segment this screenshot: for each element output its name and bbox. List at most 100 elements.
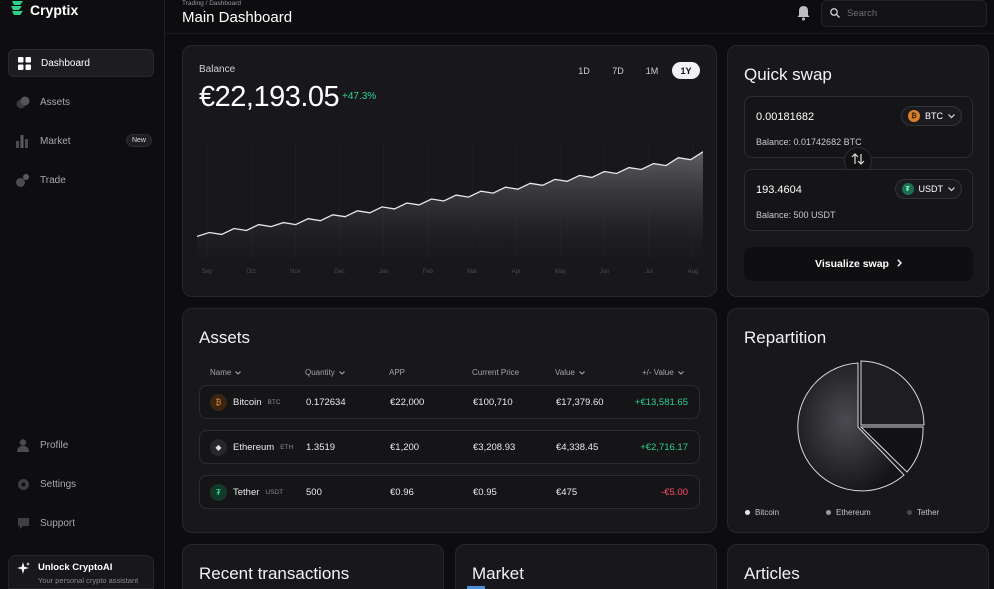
unlock-cryptoai-card[interactable]: Unlock CryptoAI Your personal crypto ass… [8,555,154,589]
table-row[interactable]: ₮ Tether USDT 500 €0.96 €0.95 €475 -€5.0… [199,475,700,509]
column-label: APP [389,368,406,377]
period-1m[interactable]: 1M [638,62,666,79]
search-box[interactable] [821,0,987,27]
period-1y[interactable]: 1Y [672,62,700,79]
sidebar-item-assets[interactable]: Assets [8,88,154,116]
search-input[interactable] [847,8,977,19]
bell-icon[interactable] [797,5,810,26]
sparkle-icon [17,562,30,580]
asset-symbol: BTC [267,399,281,406]
balance-change: +47.3% [342,91,377,102]
column-header-current-price[interactable]: Current Price [472,368,519,377]
recent-transactions-card: Recent transactions [182,544,444,589]
legend-label: Tether [917,508,940,517]
balance-label: Balance [199,64,236,75]
header: Trading / Dashboard Main Dashboard [165,0,994,34]
x-tick-label: Apr [512,269,521,275]
page-title: Main Dashboard [182,9,293,26]
brand[interactable]: Cryptix [10,0,78,20]
sidebar-bottom-nav: Profile Settings Support [8,431,154,548]
chevron-down-icon [948,184,955,194]
swap-to-box[interactable]: 193.4604 ₮ USDT Balance: 500 USDT [744,169,973,231]
sidebar-item-market[interactable]: Market New [8,127,154,155]
recent-transactions-title: Recent transactions [199,564,350,583]
column-header-app[interactable]: APP [389,368,405,377]
swap-arrows-icon [851,152,865,170]
sidebar-item-trade[interactable]: Trade [8,166,154,194]
asset-name: Tether [233,487,260,498]
column-header-change[interactable]: +/- Value [642,368,684,377]
asset-app: €0.96 [390,487,414,498]
sidebar-item-label: Trade [40,174,66,186]
x-tick-label: May [555,269,566,275]
legend-label: Ethereum [836,508,871,517]
balance-chart: Sep Oct Nov Dec Jan Feb Mar Apr May Jun Jul Aug [197,142,703,275]
balance-value: €22,193.05 [199,81,340,113]
chevron-down-icon [677,368,684,377]
chevron-right-icon [897,258,902,270]
pie-slice-ethereum[interactable] [860,360,925,426]
table-row[interactable]: ₿ Bitcoin BTC 0.172634 €22,000 €100,710 … [199,385,700,419]
asset-name: Ethereum [233,442,275,453]
asset-change: +€2,716.17 [640,442,688,453]
x-tick-label: Sep [202,269,213,275]
chevron-down-icon [235,368,242,377]
legend-tether: Tether [907,508,939,517]
brand-name: Cryptix [30,2,79,18]
swap-to-balance: Balance: 500 USDT [756,210,836,220]
column-header-quantity[interactable]: Quantity [305,368,345,377]
swap-from-token-select[interactable]: ₿ BTC [901,106,962,126]
sidebar-item-label: Dashboard [41,57,90,69]
column-header-name[interactable]: Name [210,368,242,377]
period-selector: 1D 7D 1M 1Y [570,62,700,79]
logo-icon [10,0,24,21]
search-icon [830,5,840,23]
asset-name-cell: ₮ Tether USDT [210,484,283,501]
bar-chart-icon [16,134,30,148]
sidebar-item-label: Market [40,135,71,147]
x-tick-label: Nov [290,269,301,275]
articles-title: Articles [744,564,800,583]
legend-dot [826,510,831,515]
asset-value: €4,338.45 [556,442,599,453]
swap-from-balance: Balance: 0.01742682 BTC [756,137,862,147]
asset-value: €17,379.60 [556,397,604,408]
x-tick-label: Jul [645,269,653,275]
chevron-down-icon [948,111,955,121]
swap-from-amount[interactable]: 0.00181682 [756,111,814,123]
visualize-swap-button[interactable]: Visualize swap [744,247,973,281]
period-1d[interactable]: 1D [570,62,598,79]
period-7d[interactable]: 7D [604,62,632,79]
swap-to-token-select[interactable]: ₮ USDT [894,179,962,199]
legend-label: Bitcoin [755,508,780,517]
sidebar-item-settings[interactable]: Settings [8,470,154,498]
table-row[interactable]: ◆ Ethereum ETH 1.3519 €1,200 €3,208.93 €… [199,430,700,464]
chevron-down-icon [338,368,345,377]
column-header-value[interactable]: Value [555,368,585,377]
asset-price: €3,208.93 [473,442,516,453]
asset-price: €100,710 [473,397,513,408]
sidebar-item-dashboard[interactable]: Dashboard [8,49,154,77]
sidebar-item-support[interactable]: Support [8,509,154,537]
unlock-subtitle: Your personal crypto assistant [38,576,139,585]
breadcrumb[interactable]: Trading / Dashboard [182,0,241,7]
unlock-title: Unlock CryptoAI [38,562,113,573]
assets-card: Assets Name Quantity APP Current Price V… [182,308,717,533]
sidebar-nav: Dashboard Assets Market New Trade [8,49,154,205]
column-label: Quantity [305,368,335,377]
trade-icon [16,173,30,187]
sidebar-item-profile[interactable]: Profile [8,431,154,459]
swap-to-amount[interactable]: 193.4604 [756,184,802,196]
asset-name-cell: ◆ Ethereum ETH [210,439,293,456]
visualize-swap-label: Visualize swap [815,258,889,270]
bitcoin-icon: ₿ [210,394,227,411]
user-icon [16,438,30,452]
bitcoin-icon: ₿ [908,110,920,122]
coins-icon [16,95,30,109]
sidebar: Cryptix Dashboard Assets Market New Trad… [0,0,165,589]
asset-change: +€13,581.65 [634,397,688,408]
articles-card: Articles [727,544,989,589]
legend-dot [907,510,912,515]
x-tick-label: Feb [423,269,434,275]
x-tick-label: Dec [334,269,345,275]
